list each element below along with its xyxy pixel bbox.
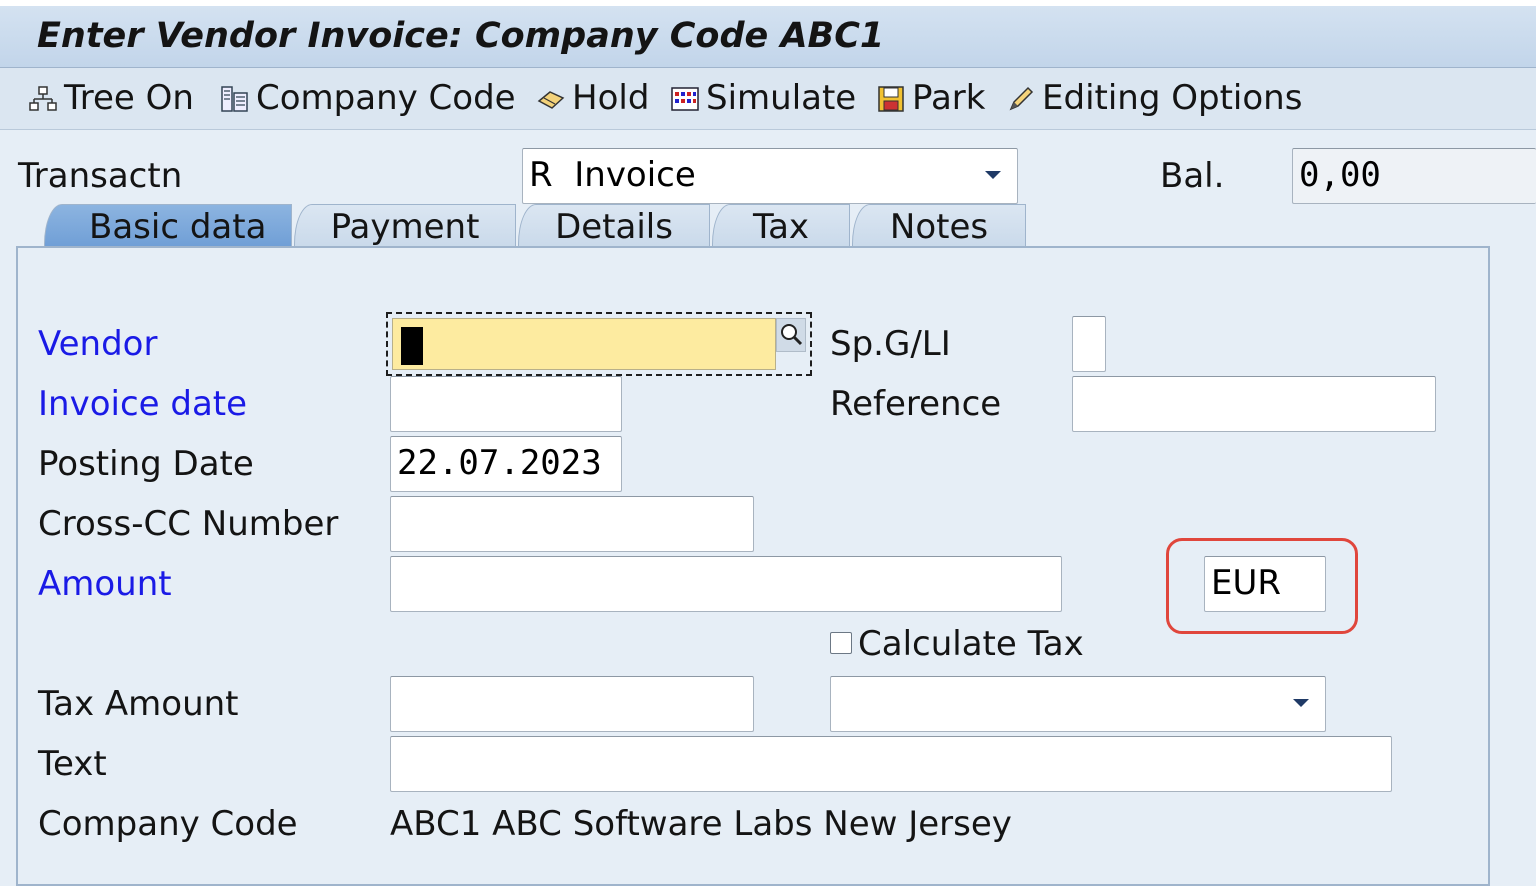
calculate-tax-checkbox[interactable]: [830, 632, 852, 654]
balance-value: 0,00: [1299, 155, 1381, 195]
park-label: Park: [912, 78, 986, 118]
transaction-label: Transactn: [18, 156, 183, 196]
simulate-icon: [670, 83, 700, 113]
chevron-down-icon[interactable]: [985, 171, 1001, 179]
tree-icon: [28, 83, 58, 113]
tax-amount-input[interactable]: [390, 676, 754, 732]
tab-payment[interactable]: Payment: [294, 204, 516, 248]
simulate-button[interactable]: Simulate: [670, 78, 856, 118]
hold-button[interactable]: Hold: [536, 78, 649, 118]
company-code-button[interactable]: Company Code: [220, 78, 516, 118]
window-title: Enter Vendor Invoice: Company Code ABC1: [37, 16, 885, 56]
text-label: Text: [38, 744, 107, 784]
posting-date-label: Posting Date: [38, 444, 254, 484]
tab-notes[interactable]: Notes: [852, 204, 1026, 248]
company-code-value: ABC1 ABC Software Labs New Jersey: [390, 804, 1012, 844]
posting-date-input[interactable]: 22.07.2023: [390, 436, 622, 492]
tree-on-label: Tree On: [64, 78, 194, 118]
park-button[interactable]: Park: [876, 78, 985, 118]
tab-label: Tax: [752, 206, 810, 247]
spgl-input[interactable]: [1072, 316, 1106, 372]
tab-details[interactable]: Details: [518, 204, 710, 248]
save-disk-icon: [876, 83, 906, 113]
calculate-tax-label[interactable]: Calculate Tax: [858, 624, 1084, 664]
tax-code-select[interactable]: [830, 676, 1326, 732]
tax-amount-label: Tax Amount: [38, 684, 239, 724]
spgl-label: Sp.G/LI: [830, 324, 951, 364]
simulate-label: Simulate: [706, 78, 857, 118]
search-help-button[interactable]: [776, 318, 806, 352]
vendor-label[interactable]: Vendor: [38, 324, 157, 364]
text-input[interactable]: [390, 736, 1392, 792]
transaction-value: R Invoice: [529, 155, 696, 195]
currency-input[interactable]: EUR: [1204, 556, 1326, 612]
tab-label: Basic data: [89, 206, 267, 247]
pencil-icon: [1006, 83, 1036, 113]
tab-tax[interactable]: Tax: [712, 204, 850, 248]
tab-label: Details: [555, 206, 673, 247]
balance-label: Bal.: [1160, 156, 1225, 196]
cross-cc-input[interactable]: [390, 496, 754, 552]
amount-input[interactable]: [390, 556, 1062, 612]
tab-label: Payment: [330, 206, 480, 247]
hold-icon: [536, 83, 566, 113]
cross-cc-label: Cross-CC Number: [38, 504, 339, 544]
posting-date-value: 22.07.2023: [397, 443, 602, 483]
application-toolbar: Tree On Company Code Hold Simulate Park …: [0, 68, 1536, 130]
balance-field: 0,00: [1292, 148, 1536, 204]
invoice-date-label[interactable]: Invoice date: [38, 384, 247, 424]
company-code-icon: [220, 83, 250, 113]
invoice-date-input[interactable]: [390, 376, 622, 432]
currency-value: EUR: [1211, 563, 1281, 603]
hold-label: Hold: [572, 78, 650, 118]
transaction-select[interactable]: R Invoice: [522, 148, 1018, 204]
company-code-label: Company Code: [256, 78, 516, 118]
vendor-input[interactable]: [392, 318, 776, 370]
reference-label: Reference: [830, 384, 1002, 424]
search-icon: [781, 324, 803, 346]
vendor-focus-frame: [386, 312, 812, 376]
chevron-down-icon[interactable]: [1293, 699, 1309, 707]
editing-options-label: Editing Options: [1042, 78, 1303, 118]
tab-label: Notes: [889, 206, 989, 247]
tree-on-button[interactable]: Tree On: [28, 78, 194, 118]
amount-label[interactable]: Amount: [38, 564, 172, 604]
tab-basic-data[interactable]: Basic data: [44, 204, 292, 248]
text-cursor: [401, 327, 423, 365]
title-bar: Enter Vendor Invoice: Company Code ABC1: [0, 0, 1536, 68]
reference-input[interactable]: [1072, 376, 1436, 432]
editing-options-button[interactable]: Editing Options: [1006, 78, 1302, 118]
company-code-label: Company Code: [38, 804, 298, 844]
